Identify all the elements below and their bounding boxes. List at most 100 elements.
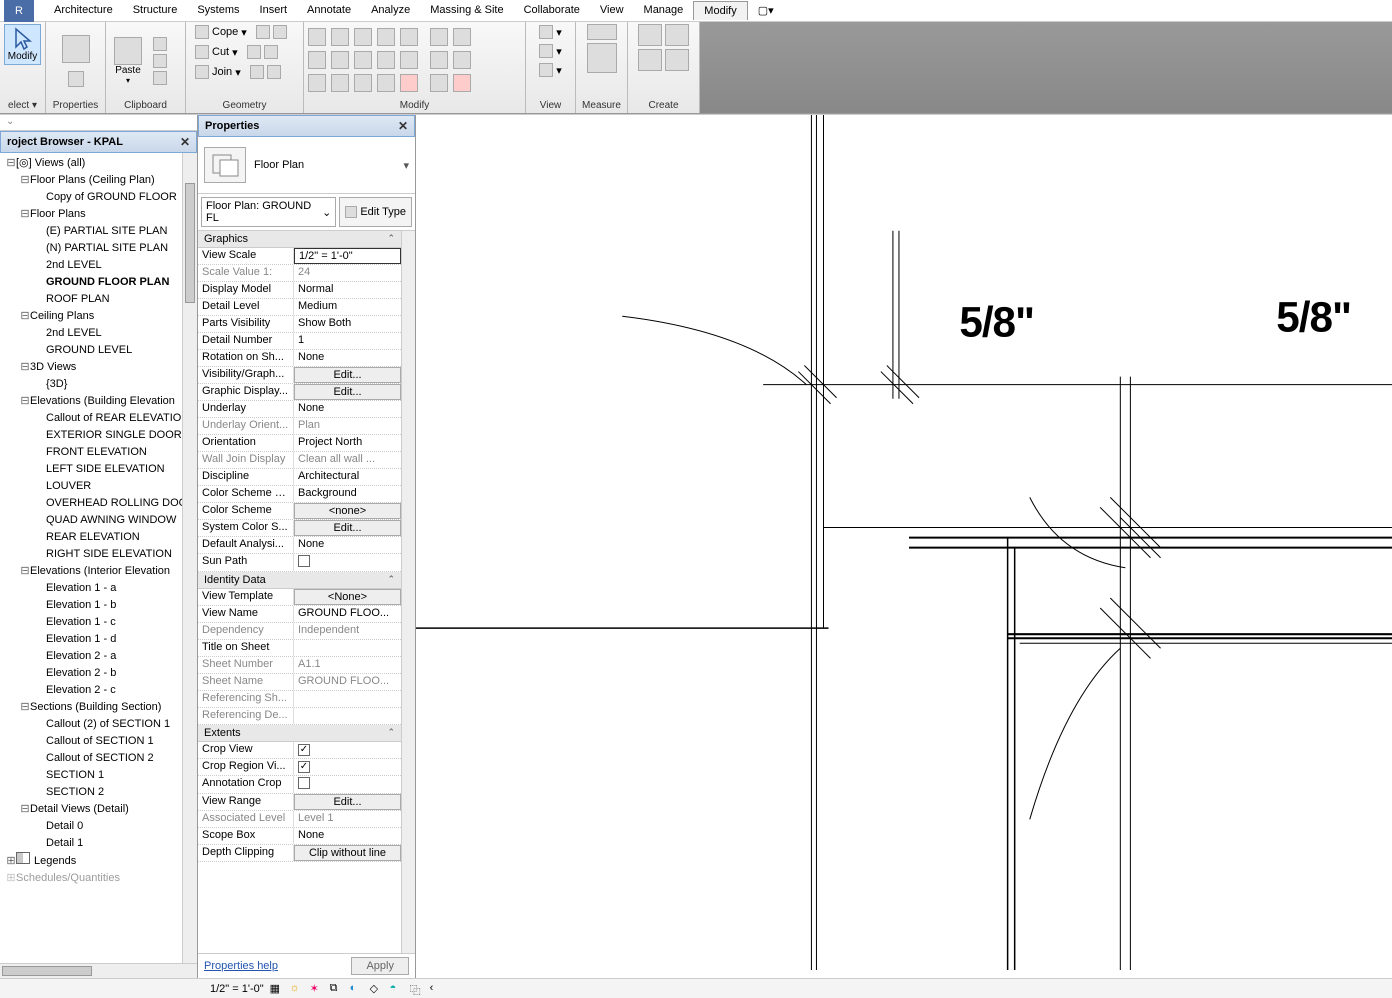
property-row[interactable]: Wall Join DisplayClean all wall ...	[198, 452, 401, 469]
property-value[interactable]: Medium	[294, 299, 401, 315]
cut-button[interactable]	[150, 36, 170, 52]
property-row[interactable]: Depth ClippingClip without line	[198, 845, 401, 862]
property-value[interactable]: None	[294, 401, 401, 417]
dropdown-icon[interactable]: ▾	[403, 159, 409, 172]
crop-icon[interactable]: ⧉	[330, 982, 344, 996]
property-edit-button[interactable]: Edit...	[294, 520, 401, 536]
scale-icon[interactable]	[400, 51, 418, 69]
tree-node[interactable]: ⊟Sections (Building Section)	[2, 699, 195, 716]
scrollbar-thumb[interactable]	[2, 966, 92, 976]
property-row[interactable]: Sun Path	[198, 554, 401, 572]
property-row[interactable]: Crop Region Vi...	[198, 759, 401, 776]
tree-node[interactable]: LEFT SIDE ELEVATION	[2, 461, 195, 478]
property-value[interactable]: Plan	[294, 418, 401, 434]
twisty-icon[interactable]: ⊟	[20, 172, 30, 189]
property-row[interactable]: DisciplineArchitectural	[198, 469, 401, 486]
property-row[interactable]: Referencing Sh...	[198, 691, 401, 708]
tree-node[interactable]: ⊟Ceiling Plans	[2, 308, 195, 325]
properties-scrollbar[interactable]	[401, 231, 415, 953]
property-edit-button[interactable]: Clip without line	[294, 845, 401, 861]
property-value[interactable]	[294, 759, 401, 775]
app-icon[interactable]: R	[4, 0, 34, 22]
modify-select-button[interactable]: Modify	[4, 24, 41, 65]
checkbox[interactable]	[298, 761, 310, 773]
measure-icon[interactable]	[587, 24, 617, 40]
close-icon[interactable]: ✕	[398, 119, 408, 133]
property-row[interactable]: UnderlayNone	[198, 401, 401, 418]
array-icon[interactable]	[377, 51, 395, 69]
property-row[interactable]: View Template<None>	[198, 589, 401, 606]
reveal-icon[interactable]: ◇	[370, 982, 384, 996]
menu-tab-modify[interactable]: Modify	[693, 1, 747, 20]
property-row[interactable]: Color Scheme L...Background	[198, 486, 401, 503]
property-category[interactable]: Identity Data⌃	[198, 572, 401, 589]
tree-node[interactable]: QUAD AWNING WINDOW	[2, 512, 195, 529]
property-edit-button[interactable]: Edit...	[294, 384, 401, 400]
tree-node[interactable]: (E) PARTIAL SITE PLAN	[2, 223, 195, 240]
join-button[interactable]: Join ▾	[192, 64, 284, 80]
tree-node[interactable]: {3D}	[2, 376, 195, 393]
temp-hide-icon[interactable]: ◓	[390, 982, 404, 996]
property-value[interactable]: 1	[294, 333, 401, 349]
graphic-display-icon[interactable]: ▦	[270, 982, 284, 996]
twisty-icon[interactable]: ⊟	[20, 359, 30, 376]
tree-node[interactable]: REAR ELEVATION	[2, 529, 195, 546]
property-value[interactable]: GROUND FLOO...	[294, 674, 401, 690]
property-row[interactable]: Default Analysi...None	[198, 537, 401, 554]
property-value[interactable]	[294, 742, 401, 758]
property-row[interactable]: Detail LevelMedium	[198, 299, 401, 316]
close-icon[interactable]: ✕	[180, 135, 190, 149]
property-row[interactable]: Rotation on Sh...None	[198, 350, 401, 367]
tree-node[interactable]: SECTION 1	[2, 767, 195, 784]
trim-icon[interactable]	[400, 28, 418, 46]
menu-tab-manage[interactable]: Manage	[634, 1, 694, 20]
dimension-icon[interactable]	[587, 43, 617, 73]
tree-node[interactable]: ⊟Elevations (Interior Elevation	[2, 563, 195, 580]
tree-node[interactable]: Elevation 1 - c	[2, 614, 195, 631]
property-value[interactable]: 24	[294, 265, 401, 281]
shadows-icon[interactable]: ✶	[310, 982, 324, 996]
menu-tab-structure[interactable]: Structure	[123, 1, 188, 20]
property-value[interactable]	[294, 640, 401, 656]
tree-node[interactable]: Elevation 1 - d	[2, 631, 195, 648]
property-row[interactable]: Scale Value 1:24	[198, 265, 401, 282]
tree-node[interactable]: ⊟Elevations (Building Elevation	[2, 393, 195, 410]
property-category[interactable]: Extents⌃	[198, 725, 401, 742]
tree-node[interactable]: ⊟3D Views	[2, 359, 195, 376]
edit-type-button[interactable]: Edit Type	[339, 197, 412, 227]
cope-button[interactable]: Cope ▾	[192, 24, 290, 40]
tree-node[interactable]: 2nd LEVEL	[2, 257, 195, 274]
property-row[interactable]: Scope BoxNone	[198, 828, 401, 845]
split-icon[interactable]	[377, 28, 395, 46]
type-properties-button[interactable]	[64, 69, 88, 89]
menu-tab-view[interactable]: View	[590, 1, 634, 20]
tree-node[interactable]: Detail 0	[2, 818, 195, 835]
tree-node[interactable]: Callout (2) of SECTION 1	[2, 716, 195, 733]
tree-node[interactable]: Callout of SECTION 2	[2, 750, 195, 767]
property-value[interactable]: Show Both	[294, 316, 401, 332]
property-value[interactable]: Project North	[294, 435, 401, 451]
scrollbar-thumb[interactable]	[185, 183, 195, 303]
property-value[interactable]	[294, 691, 401, 707]
move-icon[interactable]	[308, 51, 326, 69]
twisty-icon[interactable]: ⊞	[6, 853, 16, 870]
tree-node[interactable]: ⊟[◎] Views (all)	[2, 155, 195, 172]
checkbox[interactable]	[298, 555, 310, 567]
twisty-icon[interactable]: ⊟	[20, 801, 30, 818]
delete-icon[interactable]	[354, 74, 372, 92]
tree-node[interactable]: Elevation 1 - b	[2, 597, 195, 614]
tree-node[interactable]: ⊞Legends	[2, 852, 195, 870]
tree-node[interactable]: ⊞Schedules/Quantities	[2, 870, 195, 887]
project-tree[interactable]: ⊟[◎] Views (all)⊟Floor Plans (Ceiling Pl…	[2, 155, 195, 887]
offset-icon[interactable]	[331, 28, 349, 46]
twisty-icon[interactable]: ⊞	[6, 870, 16, 887]
property-row[interactable]: System Color S...Edit...	[198, 520, 401, 537]
property-category[interactable]: Graphics⌃	[198, 231, 401, 248]
property-value[interactable]: None	[294, 350, 401, 366]
tree-node[interactable]: RIGHT SIDE ELEVATION	[2, 546, 195, 563]
property-value[interactable]: A1.1	[294, 657, 401, 673]
cut-geom-button[interactable]: Cut ▾	[192, 44, 281, 60]
twisty-icon[interactable]: ⊟	[20, 206, 30, 223]
project-browser-header[interactable]: roject Browser - KPAL ✕	[0, 131, 197, 153]
hide-icon[interactable]: ◐	[350, 982, 364, 996]
